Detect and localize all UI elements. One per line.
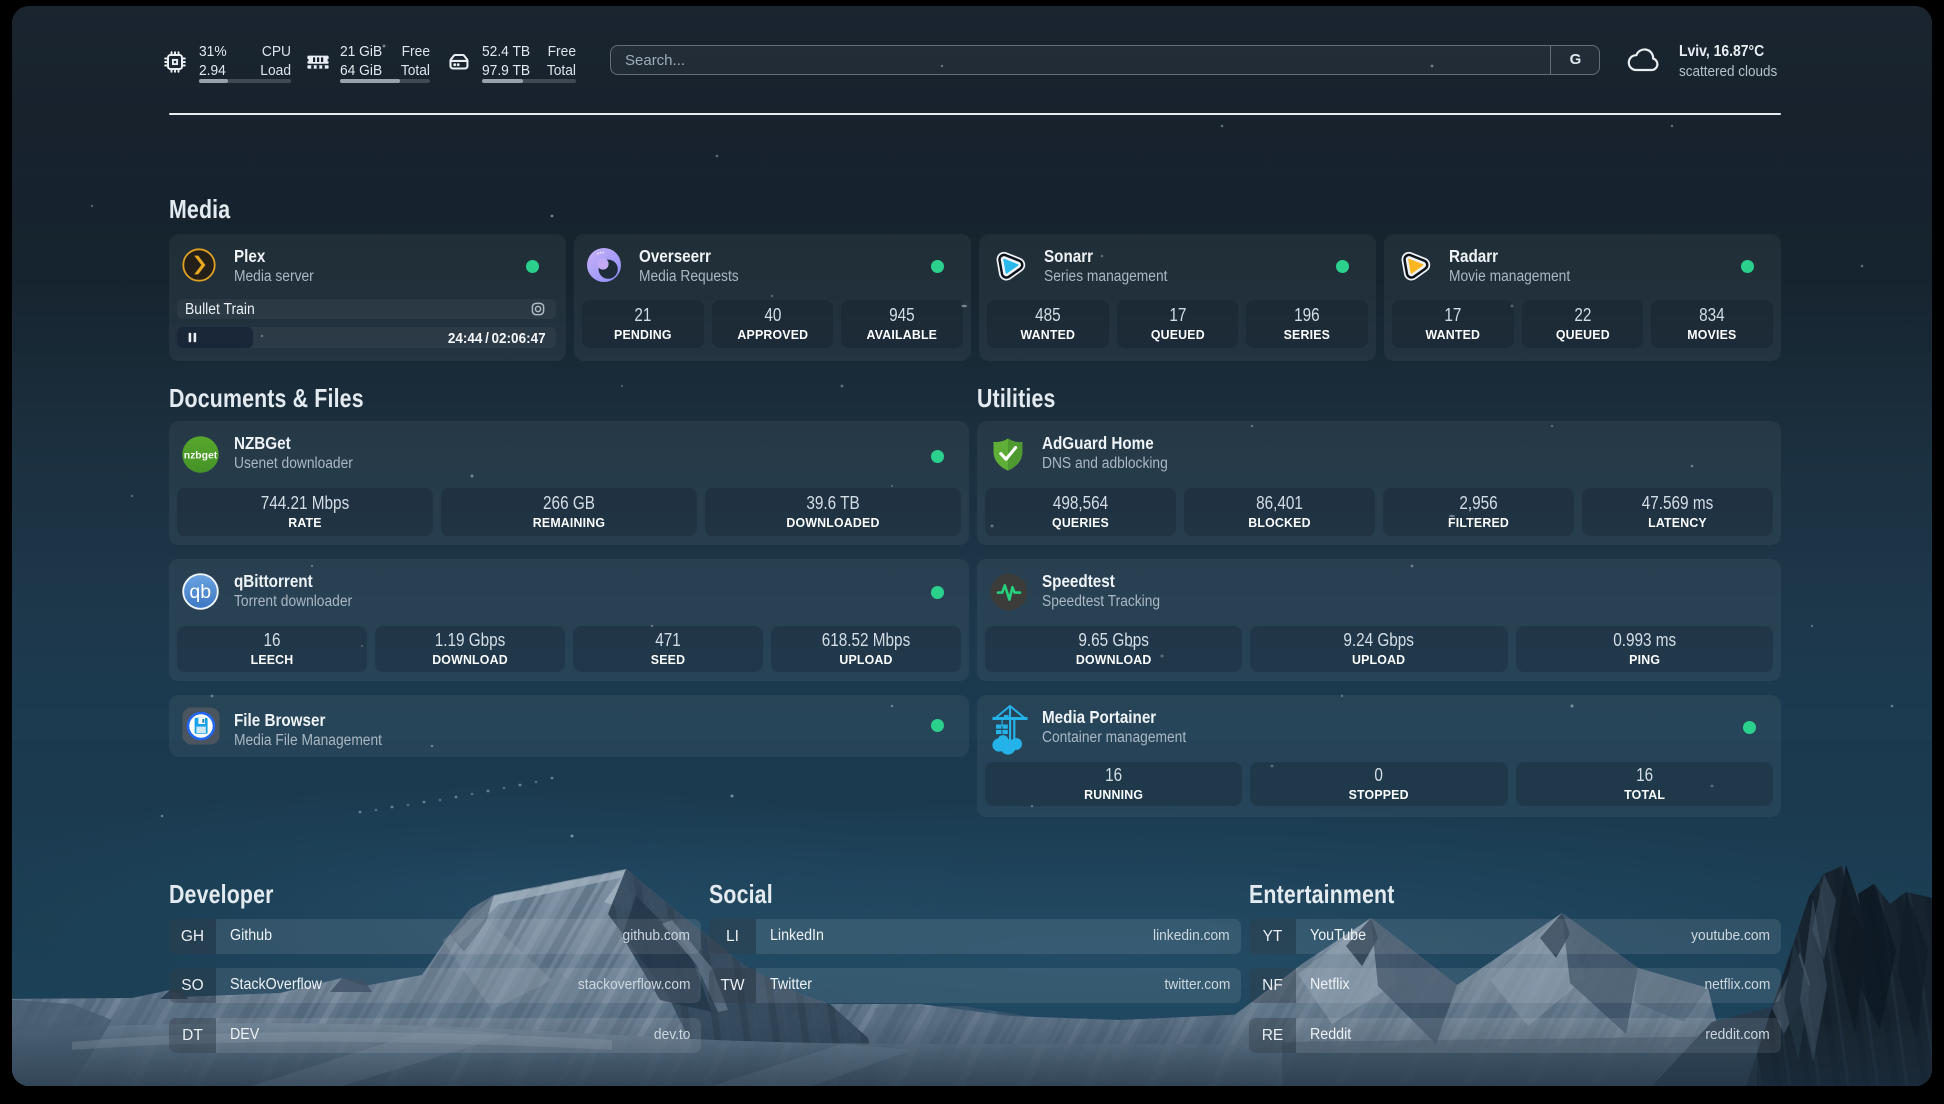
svg-text:nzbget: nzbget	[184, 451, 218, 462]
svg-text:qb: qb	[189, 581, 211, 603]
